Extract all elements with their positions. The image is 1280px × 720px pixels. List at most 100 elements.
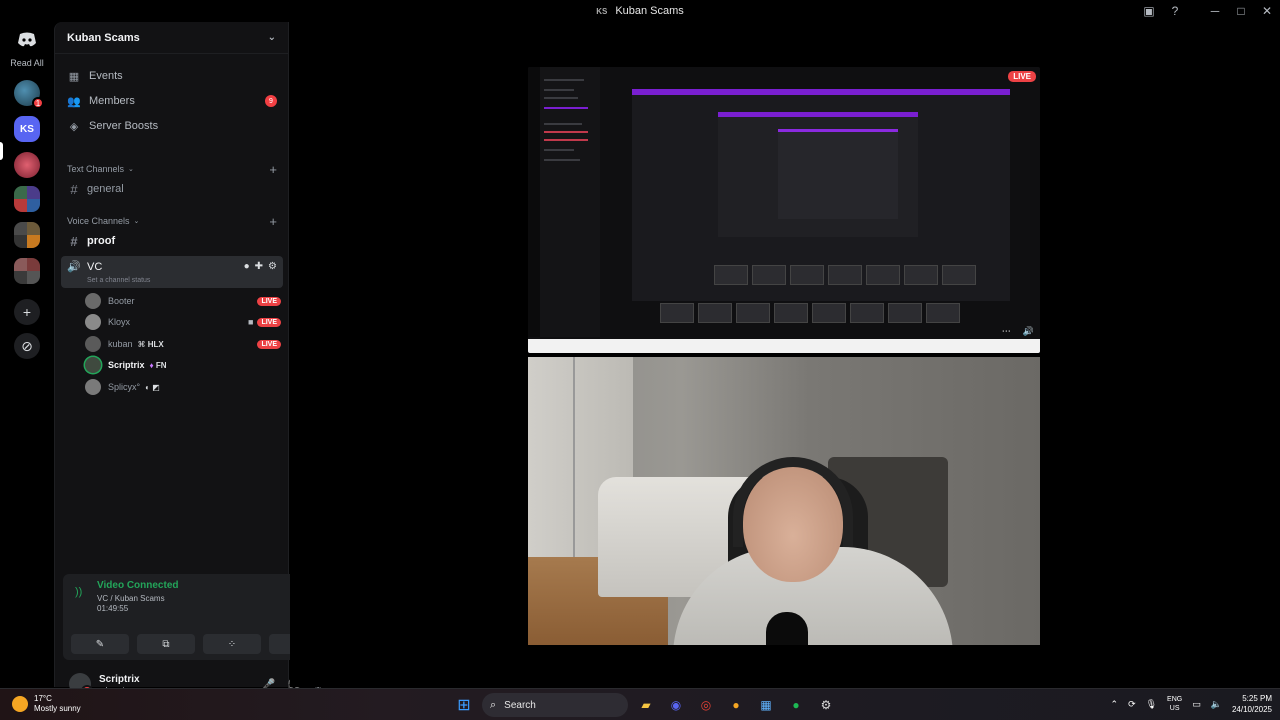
server-folder-3[interactable]	[14, 258, 40, 284]
activities-button[interactable]: ⁘	[203, 634, 261, 654]
member-name: Booter	[108, 296, 135, 306]
signal-icon[interactable]: ))	[75, 586, 82, 598]
avatar	[85, 293, 101, 309]
stream-content-sidebar	[528, 67, 600, 337]
discord-app: KS Kuban Scams ▣ ? ─ □ ✕ Read All 1 KS +…	[0, 0, 1280, 720]
title-server-badge: KS	[596, 6, 608, 16]
voice-member-booter[interactable]: Booter LIVE	[85, 292, 281, 310]
more-icon[interactable]: ⋯	[1002, 326, 1011, 337]
server-icon-3[interactable]	[14, 152, 40, 178]
language-indicator[interactable]: ENG US	[1167, 695, 1182, 713]
file-explorer-icon[interactable]: ▰	[634, 693, 658, 717]
app-icon-1[interactable]: ●	[724, 693, 748, 717]
weather-temp: 17°C	[34, 694, 52, 703]
clock[interactable]: 5:25 PM 24/10/2025	[1232, 693, 1272, 715]
chevron-down-icon: ⌄	[128, 166, 134, 173]
nav-members[interactable]: 👥 Members 9	[67, 91, 277, 111]
maximize-button[interactable]: □	[1228, 0, 1254, 22]
title-bar: KS Kuban Scams ▣ ? ─ □ ✕	[0, 0, 1280, 22]
voice-member-kloyx[interactable]: Kloyx ■ LIVE	[85, 313, 281, 331]
voice-location[interactable]: VC / Kuban Scams	[97, 594, 165, 603]
minimize-button[interactable]: ─	[1202, 0, 1228, 22]
nav-server-boosts[interactable]: ◈ Server Boosts	[67, 116, 277, 136]
search-icon: ⌕	[490, 698, 497, 711]
inbox-icon[interactable]: ▣	[1136, 0, 1162, 22]
sync-icon[interactable]: ⟳	[1128, 699, 1136, 710]
mic-tray-icon[interactable]: 🎙	[1146, 699, 1157, 710]
read-all-button[interactable]: Read All	[0, 58, 54, 68]
clan-icon: ♦	[149, 360, 154, 370]
hash-icon: #	[70, 233, 78, 249]
server-folder-2[interactable]	[14, 222, 40, 248]
voice-member-scriptrix[interactable]: Scriptrix ♦ FN	[85, 356, 281, 374]
chrome-icon[interactable]: ◎	[694, 693, 718, 717]
screen-share-stream[interactable]: LIVE ⋯ 🔊	[528, 67, 1040, 353]
discord-taskbar-icon[interactable]: ◉	[664, 693, 688, 717]
category-label: Text Channels	[67, 164, 125, 174]
member-name: Scriptrix	[108, 360, 145, 370]
screen-share-button[interactable]: ⧉	[137, 634, 195, 654]
channel-status[interactable]: Set a channel status	[87, 277, 150, 284]
clan-tag-icon: ◐ ◩	[145, 382, 160, 392]
channel-general[interactable]: # general	[61, 179, 283, 199]
members-count-badge: 9	[265, 95, 277, 107]
nav-events[interactable]: ▦ Events	[67, 66, 277, 86]
server-folder-1[interactable]	[14, 186, 40, 212]
category-text-channels[interactable]: Text Channels ⌄ +	[67, 162, 277, 177]
avatar	[85, 314, 101, 330]
speaker-tray-icon[interactable]: 🔈	[1211, 699, 1222, 710]
app-icon-3[interactable]: ⚙	[814, 693, 838, 717]
discord-home-icon[interactable]	[14, 28, 40, 50]
member-name: kuban	[108, 339, 133, 349]
system-tray: ⌃ ⟳ 🎙 ENG US ▭ 🔈 5:25 PM 24/10/2025	[1111, 693, 1272, 715]
close-button[interactable]: ✕	[1254, 0, 1280, 22]
weather-widget[interactable]: 17°C Mostly sunny	[12, 694, 81, 714]
invite-icon[interactable]: ✚	[255, 261, 263, 272]
windows-start-icon[interactable]: ⊞	[452, 693, 476, 717]
os-taskbar: 17°C Mostly sunny ⊞ ⌕ Search ▰ ◉ ◎ ● ▦ ●…	[0, 688, 1280, 720]
clock-time: 5:25 PM	[1242, 694, 1272, 703]
member-name: Splicyx°	[108, 382, 141, 392]
camera-off-button[interactable]: ✎	[71, 634, 129, 654]
server-header[interactable]: Kuban Scams ⌄	[55, 22, 288, 54]
chevron-up-icon[interactable]: ⌃	[1111, 699, 1119, 710]
channel-proof[interactable]: # proof	[61, 231, 283, 251]
chevron-down-icon: ⌄	[133, 218, 140, 225]
server-icon-1[interactable]: 1	[14, 80, 44, 109]
chevron-down-icon: ⌄	[267, 32, 276, 43]
webcam-stream[interactable]	[528, 357, 1040, 645]
spotify-icon[interactable]: ●	[784, 693, 808, 717]
add-channel-icon[interactable]: +	[269, 214, 277, 229]
voice-channel-vc[interactable]: 🔊 VC Set a channel status ● ✚ ⚙	[61, 256, 283, 288]
category-voice-channels[interactable]: Voice Channels ⌄ +	[67, 214, 277, 229]
clock-date: 24/10/2025	[1231, 705, 1272, 714]
stream-taskbar	[528, 339, 1040, 353]
live-badge: LIVE	[257, 296, 281, 306]
member-name: Kloyx	[108, 317, 131, 327]
add-channel-icon[interactable]: +	[269, 162, 277, 177]
server-icon-kuban-scams[interactable]: KS	[14, 116, 40, 142]
speaker-icon: 🔊	[67, 261, 81, 273]
add-server-icon[interactable]: +	[14, 299, 40, 325]
stream-thumbnails-2	[660, 303, 960, 323]
live-badge: LIVE	[257, 339, 281, 349]
server-rail: Read All 1 KS + ⊘	[0, 22, 54, 687]
clan-icon: ⌘	[137, 339, 146, 349]
channel-label: proof	[87, 235, 116, 247]
app-icon-2[interactable]: ▦	[754, 693, 778, 717]
clan-tag: ♦ FN	[149, 360, 167, 370]
voice-status-title[interactable]: Video Connected	[97, 580, 179, 591]
taskbar-apps: ⊞ ⌕ Search ▰ ◉ ◎ ● ▦ ● ⚙	[452, 693, 838, 717]
gear-icon[interactable]: ⚙	[268, 261, 277, 272]
taskbar-search[interactable]: ⌕ Search	[482, 693, 628, 717]
discover-icon[interactable]: ⊘	[14, 333, 40, 359]
voice-member-kuban[interactable]: kuban ⌘ HLX LIVE	[85, 335, 281, 353]
chat-icon[interactable]: ●	[244, 261, 250, 272]
stream-live-badge: LIVE	[1008, 71, 1036, 82]
volume-icon[interactable]: 🔊	[1023, 326, 1034, 337]
help-icon[interactable]: ?	[1162, 0, 1188, 22]
voice-member-splicyx[interactable]: Splicyx° ◐ ◩	[85, 378, 281, 396]
monitor-icon[interactable]: ▭	[1192, 699, 1201, 710]
sun-icon	[12, 696, 28, 712]
